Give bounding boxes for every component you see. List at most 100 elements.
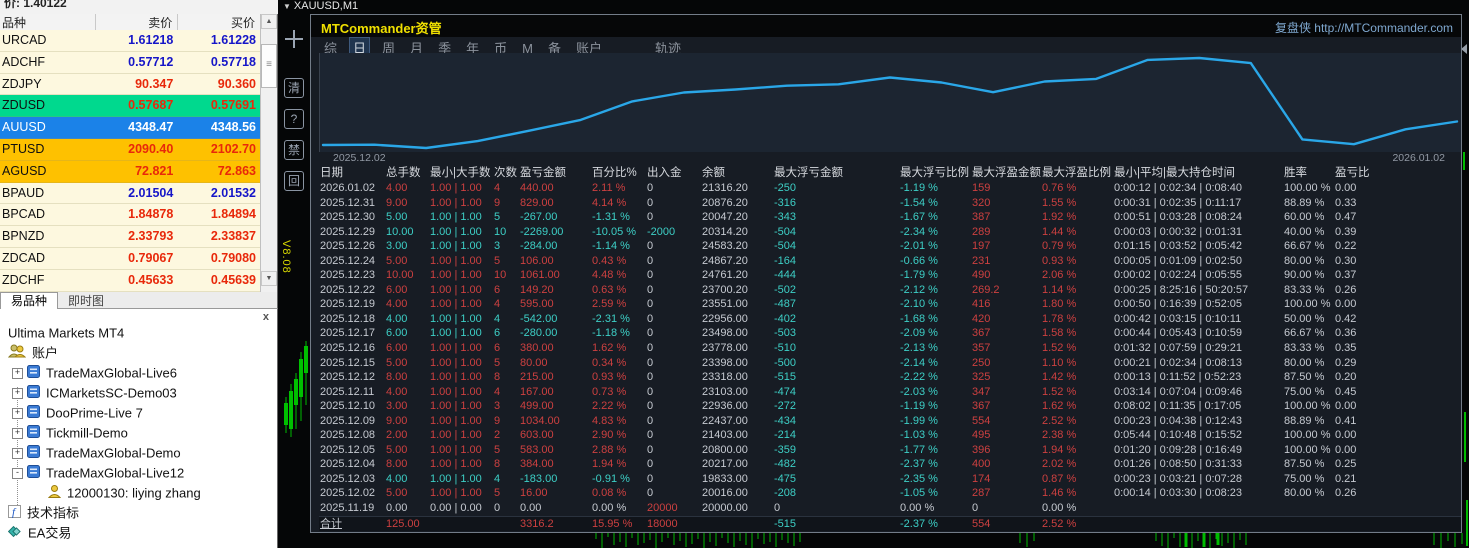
close-icon[interactable]: x (263, 311, 269, 323)
market-row-BPAUD[interactable]: BPAUD 2.01504 2.01532 (0, 182, 261, 205)
table-row[interactable]: 2026.01.02 4.00 1.00 | 1.00 4 440.00 2.11 % 0 2… (319, 181, 1461, 196)
tool-button-回[interactable]: 回 (284, 171, 304, 191)
table-header-cell[interactable]: 最小|大手数 (429, 165, 493, 181)
table-header-cell[interactable]: 百分比% (591, 165, 646, 181)
scroll-up-icon[interactable]: ▲ (261, 14, 277, 29)
nav-item-技术指标[interactable]: f 技术指标 (0, 503, 278, 523)
table-row[interactable]: 2025.12.24 5.00 1.00 | 1.00 5 106.00 0.43 % 0 2… (319, 254, 1461, 269)
table-row[interactable]: 2025.12.19 4.00 1.00 | 1.00 4 595.00 2.59 % 0 2… (319, 297, 1461, 312)
market-row-BPCAD[interactable]: BPCAD 1.84878 1.84894 (0, 204, 261, 227)
nav-item-TradeMaxGlobal-Live6[interactable]: + TradeMaxGlobal-Live6 (0, 363, 278, 383)
table-cell: -1.19 % (900, 182, 938, 194)
market-row-PTUSD[interactable]: PTUSD 2090.40 2102.70 (0, 138, 261, 161)
market-row-ZDCAD[interactable]: ZDCAD 0.79067 0.79080 (0, 247, 261, 270)
table-row[interactable]: 2025.12.15 5.00 1.00 | 1.00 5 80.00 0.34 % 0 23… (319, 356, 1461, 371)
scrollbar-thumb[interactable]: ≡ (261, 44, 277, 88)
table-row[interactable]: 2025.12.04 8.00 1.00 | 1.00 8 384.00 1.94 % 0 2… (319, 457, 1461, 472)
market-row-URCAD[interactable]: URCAD 1.61218 1.61228 (0, 30, 261, 52)
table-row[interactable]: 2025.12.10 3.00 1.00 | 1.00 3 499.00 2.22 % 0 2… (319, 399, 1461, 414)
table-row[interactable]: 2025.12.09 9.00 1.00 | 1.00 9 1034.00 4.83 % 0… (319, 414, 1461, 429)
panel-link[interactable]: 复盘侠 http://MTCommander.com (1275, 19, 1453, 36)
market-row-ZDCHF[interactable]: ZDCHF 0.45633 0.45639 (0, 269, 261, 292)
market-row-AUUSD[interactable]: AUUSD 4348.47 4348.56 (0, 117, 261, 139)
market-watch-scrollbar[interactable]: ▲ ≡ ▼ (260, 14, 277, 292)
ask-price: 2.33837 (210, 229, 256, 244)
table-header-cell[interactable]: 最大浮亏金额 (773, 165, 899, 181)
table-header-cell[interactable]: 余额 (701, 165, 773, 181)
expand-plus-icon[interactable]: + (12, 388, 23, 400)
table-row[interactable]: 2025.12.30 5.00 1.00 | 1.00 5 -267.00 -1.31 %… (319, 210, 1461, 225)
table-cell: -503 (774, 327, 797, 340)
table-header-cell[interactable]: 日期 (319, 165, 385, 181)
market-row-ZDJPY[interactable]: ZDJPY 90.347 90.360 (0, 73, 261, 96)
tab-易品种[interactable]: 易品种 (0, 292, 59, 310)
table-total-row: 合计 125.00 3316.2 15.95 % 18000 -515 -2.37 % 554… (319, 515, 1461, 532)
table-header-cell[interactable]: 最大浮盈比例 (1041, 165, 1113, 181)
table-header-cell[interactable]: 胜率 (1283, 165, 1334, 181)
nav-item-Tickmill-Demo[interactable]: + Tickmill-Demo (0, 423, 278, 443)
table-header-cell[interactable]: 盈亏金额 (519, 165, 591, 181)
table-header-cell[interactable]: 最大浮亏比例 (899, 165, 971, 181)
nav-item-DooPrime-Live-7[interactable]: + DooPrime-Live 7 (0, 403, 278, 423)
table-cell: -2.10 % (900, 298, 938, 311)
tool-button-禁[interactable]: 禁 (284, 140, 304, 160)
table-cell: 1.00 | 1.00 (430, 225, 482, 238)
nav-item-12000130-liying-zhang[interactable]: 12000130: liying zhang (0, 483, 278, 503)
table-row[interactable]: 2025.12.17 6.00 1.00 | 1.00 6 -280.00 -1.18 %… (319, 326, 1461, 341)
nav-item-EA交易[interactable]: EA交易 (0, 523, 278, 543)
market-row-BPNZD[interactable]: BPNZD 2.33793 2.33837 (0, 226, 261, 248)
market-row-ZDUSD[interactable]: ZDUSD 0.57687 0.57691 (0, 95, 261, 118)
table-cell: 6 (494, 342, 501, 355)
nav-item-ICMarketsSC-Demo03[interactable]: + ICMarketsSC-Demo03 (0, 383, 278, 403)
tab-即时图[interactable]: 即时图 (58, 293, 114, 309)
table-cell: 149.20 (520, 283, 554, 296)
table-row[interactable]: 2025.12.18 4.00 1.00 | 1.00 4 -542.00 -2.31 %… (319, 312, 1461, 327)
table-header-cell[interactable]: 次数 (493, 165, 519, 181)
table-row[interactable]: 2025.12.29 10.00 1.00 | 1.00 10 -2269.00 -10.… (319, 225, 1461, 240)
symbol-label: ZDJPY (2, 76, 42, 91)
table-cell: -2000 (647, 225, 676, 238)
table-header-cell[interactable]: 最大浮盈金额 (971, 165, 1041, 181)
table-cell: 1.00 | 1.00 (430, 371, 482, 384)
crosshair-icon[interactable] (285, 30, 303, 48)
table-row[interactable]: 2025.12.23 10.00 1.00 | 1.00 10 1061.00 4.48 … (319, 268, 1461, 283)
market-row-ADCHF[interactable]: ADCHF 0.57712 0.57718 (0, 51, 261, 74)
table-row[interactable]: 2025.12.11 4.00 1.00 | 1.00 4 167.00 0.73 % 0 2… (319, 385, 1461, 400)
table-row[interactable]: 2025.11.19 0.00 0.00 | 0.00 0 0.00 0.00 % 2000… (319, 501, 1461, 516)
expand-plus-icon[interactable]: + (12, 428, 23, 440)
table-cell: 0.34 % (592, 356, 627, 369)
panel-titlebar[interactable]: MTCommander资管 复盘侠 http://MTCommander.com (311, 15, 1461, 37)
collapse-minus-icon[interactable]: - (12, 468, 23, 480)
tool-button-?[interactable]: ? (284, 109, 304, 129)
table-cell: 0.00 % (1042, 502, 1077, 515)
table-header-cell[interactable]: 总手数 (385, 165, 429, 181)
table-header-cell[interactable]: 最小|平均|最大持仓时间 (1113, 165, 1283, 181)
column-bid[interactable]: 卖价 (96, 14, 179, 30)
nav-item-TradeMaxGlobal-Demo[interactable]: + TradeMaxGlobal-Demo (0, 443, 278, 463)
table-row[interactable]: 2025.12.22 6.00 1.00 | 1.00 6 149.20 0.63 % 0 2… (319, 283, 1461, 298)
table-cell: 384.00 (520, 458, 554, 471)
expand-plus-icon[interactable]: + (12, 448, 23, 460)
scroll-down-icon[interactable]: ▼ (261, 271, 277, 286)
nav-item-TradeMaxGlobal-Live12[interactable]: - TradeMaxGlobal-Live12 (0, 463, 278, 483)
table-header-cell[interactable]: 盈亏比 (1334, 165, 1461, 181)
table-row[interactable]: 2025.12.02 5.00 1.00 | 1.00 5 16.00 0.08 % 0 20… (319, 486, 1461, 501)
table-row[interactable]: 2025.12.03 4.00 1.00 | 1.00 4 -183.00 -0.91 %… (319, 472, 1461, 487)
table-cell: 4.00 (386, 312, 408, 325)
table-cell: 20047.20 (702, 211, 748, 224)
table-header-cell[interactable]: 出入金 (646, 165, 701, 181)
column-symbol[interactable]: 品种 (0, 14, 96, 30)
column-ask[interactable]: 买价 (178, 14, 261, 30)
table-row[interactable]: 2025.12.26 3.00 1.00 | 1.00 3 -284.00 -1.14 %… (319, 239, 1461, 254)
nav-item-账户[interactable]: 账户 (0, 343, 278, 363)
table-row[interactable]: 2025.12.31 9.00 1.00 | 1.00 9 829.00 4.14 % 0 2… (319, 196, 1461, 211)
expand-plus-icon[interactable]: + (12, 368, 23, 380)
nav-item-Ultima-Markets-MT4[interactable]: Ultima Markets MT4 (0, 323, 278, 343)
market-row-AGUSD[interactable]: AGUSD 72.821 72.863 (0, 160, 261, 183)
table-row[interactable]: 2025.12.05 5.00 1.00 | 1.00 5 583.00 2.88 % 0 2… (319, 443, 1461, 458)
table-row[interactable]: 2025.12.12 8.00 1.00 | 1.00 8 215.00 0.93 % 0 2… (319, 370, 1461, 385)
tool-button-清[interactable]: 清 (284, 78, 304, 98)
table-row[interactable]: 2025.12.16 6.00 1.00 | 1.00 6 380.00 1.62 % 0 2… (319, 341, 1461, 356)
expand-plus-icon[interactable]: + (12, 408, 23, 420)
table-row[interactable]: 2025.12.08 2.00 1.00 | 1.00 2 603.00 2.90 % 0 2… (319, 428, 1461, 443)
